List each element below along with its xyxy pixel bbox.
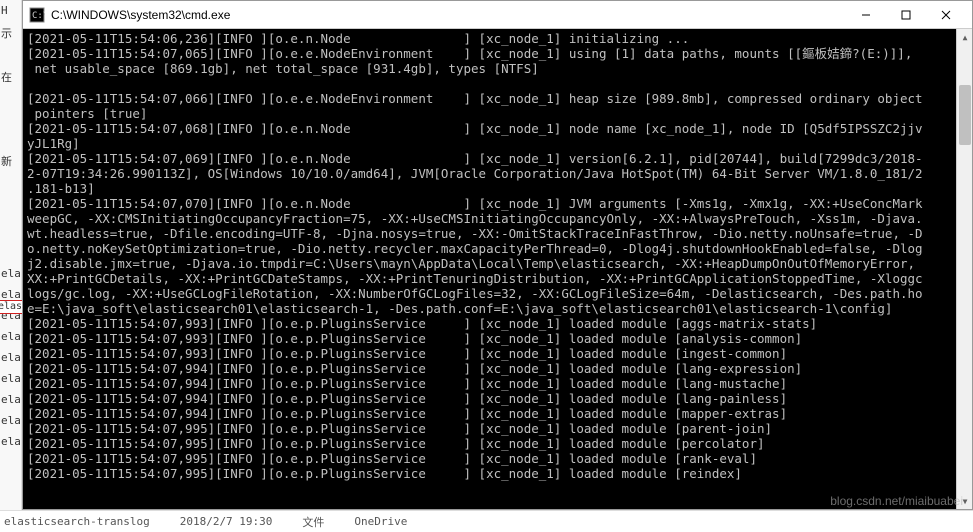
gutter-label: elas — [0, 263, 21, 284]
maximize-button[interactable] — [886, 2, 926, 28]
file-type: 文件 — [302, 514, 324, 530]
scroll-track[interactable] — [957, 45, 972, 493]
onedrive-label: OneDrive — [354, 515, 407, 528]
gutter-label: elas — [0, 389, 21, 410]
gutter-label: elas — [0, 410, 21, 431]
scroll-up-arrow-icon[interactable]: ▲ — [957, 29, 973, 45]
terminal-output[interactable]: [2021-05-11T15:54:06,236][INFO ][o.e.n.N… — [23, 29, 972, 509]
gutter-label: elas — [0, 431, 21, 452]
close-button[interactable] — [926, 2, 966, 28]
gutter-label: elas — [0, 326, 21, 347]
titlebar[interactable]: C:\ C:\WINDOWS\system32\cmd.exe — [23, 1, 972, 29]
gutter-label: H — [0, 0, 21, 21]
watermark: blog.csdn.net/miaibuabei — [830, 494, 963, 508]
explorer-row: elasticsearch-translog 2018/2/7 19:30 文件… — [0, 510, 973, 532]
svg-text:C:\: C:\ — [32, 11, 45, 21]
file-name[interactable]: elasticsearch-translog — [4, 515, 150, 528]
cmd-window: C:\ C:\WINDOWS\system32\cmd.exe [2021-05… — [22, 0, 973, 510]
gutter-label: elas — [0, 347, 21, 368]
gutter-label: 示 — [0, 21, 21, 45]
minimize-button[interactable] — [846, 2, 886, 28]
highlighted-label: elas — [0, 300, 24, 314]
cmd-icon: C:\ — [29, 7, 45, 23]
scrollbar[interactable]: ▲ ▼ — [956, 29, 972, 509]
window-controls — [846, 2, 966, 28]
editor-gutter: H 示 在 新 elas elas elas elas elas elas el… — [0, 0, 22, 532]
window-title: C:\WINDOWS\system32\cmd.exe — [51, 8, 846, 22]
gutter-label: 在 — [0, 65, 21, 89]
scroll-thumb[interactable] — [959, 85, 971, 145]
gutter-label: 新 — [0, 149, 21, 173]
file-date: 2018/2/7 19:30 — [180, 515, 273, 528]
gutter-label: elas — [0, 368, 21, 389]
